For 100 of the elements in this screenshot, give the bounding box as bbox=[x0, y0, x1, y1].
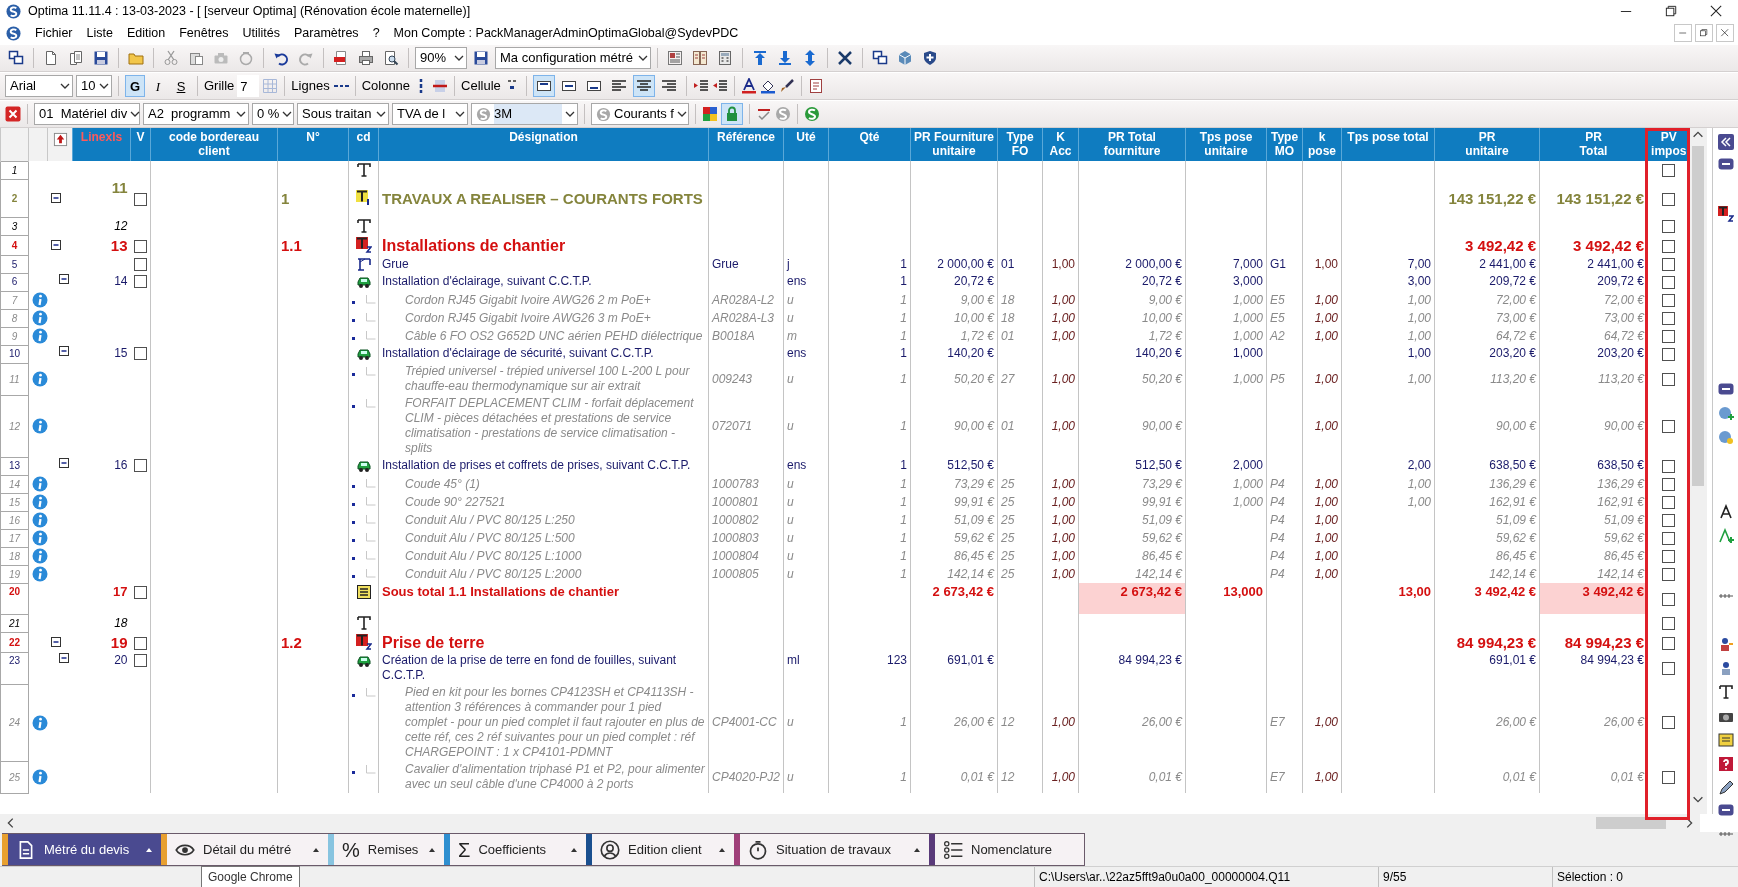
print-preview-icon[interactable] bbox=[383, 50, 399, 66]
collapse-icon[interactable] bbox=[58, 653, 69, 663]
checkbox[interactable] bbox=[133, 239, 147, 253]
restore-icon[interactable] bbox=[1695, 24, 1713, 42]
info-icon[interactable] bbox=[32, 530, 48, 546]
collapse-icon[interactable] bbox=[50, 193, 61, 203]
color-grid-icon[interactable] bbox=[702, 106, 718, 122]
checkbox[interactable] bbox=[133, 654, 147, 668]
checkbox[interactable] bbox=[1662, 531, 1676, 545]
insert-row-icon[interactable] bbox=[52, 132, 68, 147]
note-icon[interactable] bbox=[1717, 732, 1734, 748]
checkbox[interactable] bbox=[1662, 567, 1676, 581]
bottom-tab[interactable]: Nomenclature bbox=[929, 833, 1085, 866]
restore-icon[interactable] bbox=[1664, 3, 1679, 19]
pdf-icon[interactable] bbox=[333, 50, 349, 66]
info-icon[interactable] bbox=[32, 494, 48, 510]
column-header[interactable]: PR Fourniture unitaire bbox=[910, 128, 998, 161]
text-color-icon[interactable] bbox=[740, 78, 757, 94]
bottom-tab[interactable]: Σ Coefficients bbox=[444, 833, 587, 866]
minus-icon[interactable] bbox=[1717, 802, 1734, 818]
checkbox[interactable] bbox=[133, 459, 147, 473]
dropdown-caret-icon[interactable] bbox=[455, 109, 465, 119]
percent-select[interactable]: 0 % bbox=[252, 103, 294, 125]
lot-select[interactable]: 3M bbox=[471, 103, 578, 125]
dropdown-caret-icon[interactable] bbox=[282, 109, 293, 119]
minus-icon[interactable] bbox=[1717, 381, 1734, 397]
print-icon[interactable] bbox=[358, 50, 374, 66]
insert-column-icon[interactable] bbox=[432, 78, 449, 94]
info-icon[interactable] bbox=[32, 418, 48, 434]
cube-icon[interactable] bbox=[897, 50, 913, 66]
checkbox[interactable] bbox=[1662, 311, 1676, 325]
checkbox[interactable] bbox=[1662, 770, 1676, 784]
dropdown-caret-icon[interactable] bbox=[236, 109, 246, 119]
info-icon[interactable] bbox=[32, 769, 48, 785]
checkbox[interactable] bbox=[1662, 513, 1676, 527]
checkbox[interactable] bbox=[1662, 372, 1676, 386]
menu-item[interactable]: Fenêtres bbox=[179, 23, 229, 43]
bold-button[interactable]: G bbox=[125, 75, 145, 97]
column-header[interactable]: PR Total bbox=[1539, 128, 1648, 161]
checkbox[interactable] bbox=[1662, 192, 1676, 206]
subcontract-select[interactable]: Sous traitan bbox=[297, 103, 389, 125]
font-size-select[interactable]: 10 bbox=[76, 75, 112, 97]
column-header[interactable]: Type FO bbox=[997, 128, 1043, 161]
collapse-icon[interactable] bbox=[58, 346, 69, 356]
brush-icon[interactable] bbox=[778, 78, 795, 94]
column-header[interactable]: Type MO bbox=[1266, 128, 1303, 161]
globe-search-icon[interactable] bbox=[1717, 429, 1734, 445]
column-header[interactable]: V bbox=[130, 128, 151, 161]
underline-button[interactable]: S bbox=[171, 75, 191, 97]
checkbox[interactable] bbox=[1662, 329, 1676, 343]
info-icon[interactable] bbox=[32, 512, 48, 528]
close-icon[interactable] bbox=[1709, 3, 1724, 19]
collapse-icon[interactable] bbox=[50, 637, 61, 647]
column-header[interactable]: Désignation bbox=[378, 128, 709, 161]
save-icon[interactable] bbox=[473, 50, 489, 66]
subtitle-style-icon[interactable] bbox=[1717, 206, 1734, 222]
calculator-icon[interactable] bbox=[717, 50, 733, 66]
pen-icon[interactable] bbox=[1717, 780, 1734, 796]
dropdown-caret-icon[interactable] bbox=[565, 109, 575, 119]
checkbox[interactable] bbox=[1662, 419, 1676, 433]
minus-icon[interactable] bbox=[1717, 156, 1734, 172]
column-header[interactable]: Référence bbox=[708, 128, 784, 161]
new-document-icon[interactable] bbox=[43, 50, 59, 66]
info-icon[interactable] bbox=[32, 714, 48, 731]
checkbox[interactable] bbox=[1662, 636, 1676, 650]
info-icon[interactable] bbox=[32, 371, 48, 387]
book-icon[interactable] bbox=[692, 50, 708, 66]
column-header[interactable]: cd bbox=[348, 128, 379, 161]
menu-item[interactable]: Fichier bbox=[35, 23, 73, 43]
scroll-thumb[interactable] bbox=[1692, 146, 1704, 486]
globe-add-icon[interactable] bbox=[1717, 405, 1734, 421]
dropdown-caret-icon[interactable] bbox=[638, 53, 648, 63]
checkbox[interactable] bbox=[1662, 257, 1676, 271]
checkbox[interactable] bbox=[1662, 347, 1676, 361]
info-icon[interactable] bbox=[32, 292, 48, 308]
column-header[interactable]: Tps pose total bbox=[1341, 128, 1435, 161]
shield-icon[interactable] bbox=[922, 50, 938, 66]
horizontal-scrollbar[interactable] bbox=[0, 814, 1700, 832]
checkbox[interactable] bbox=[1662, 459, 1676, 473]
arrow-down-icon[interactable] bbox=[777, 50, 793, 66]
logo-icon[interactable] bbox=[804, 106, 820, 122]
column-header[interactable]: PR Total fourniture bbox=[1078, 128, 1186, 161]
fill-color-icon[interactable] bbox=[759, 78, 776, 94]
vat-select[interactable]: TVA de l bbox=[392, 103, 468, 125]
checkbox[interactable] bbox=[1662, 219, 1676, 233]
arrow-up-icon[interactable] bbox=[752, 50, 768, 66]
info-icon[interactable] bbox=[32, 566, 48, 582]
indent-icon[interactable] bbox=[692, 78, 709, 94]
bottom-tab[interactable]: % Remises bbox=[328, 833, 445, 866]
section-select[interactable]: Courants f bbox=[591, 103, 689, 125]
grid-size-field[interactable]: 7 bbox=[237, 75, 260, 97]
spell-check-icon[interactable] bbox=[756, 106, 772, 122]
bottom-tab[interactable]: Situation de travaux bbox=[734, 833, 930, 866]
form-icon[interactable] bbox=[667, 50, 683, 66]
save-icon[interactable] bbox=[93, 50, 109, 66]
text-add-icon[interactable] bbox=[1717, 528, 1734, 544]
info-icon[interactable] bbox=[32, 310, 48, 326]
menu-item[interactable]: Paramètres bbox=[294, 23, 359, 43]
column-header[interactable]: k pose bbox=[1302, 128, 1342, 161]
windows-icon[interactable] bbox=[8, 50, 24, 66]
